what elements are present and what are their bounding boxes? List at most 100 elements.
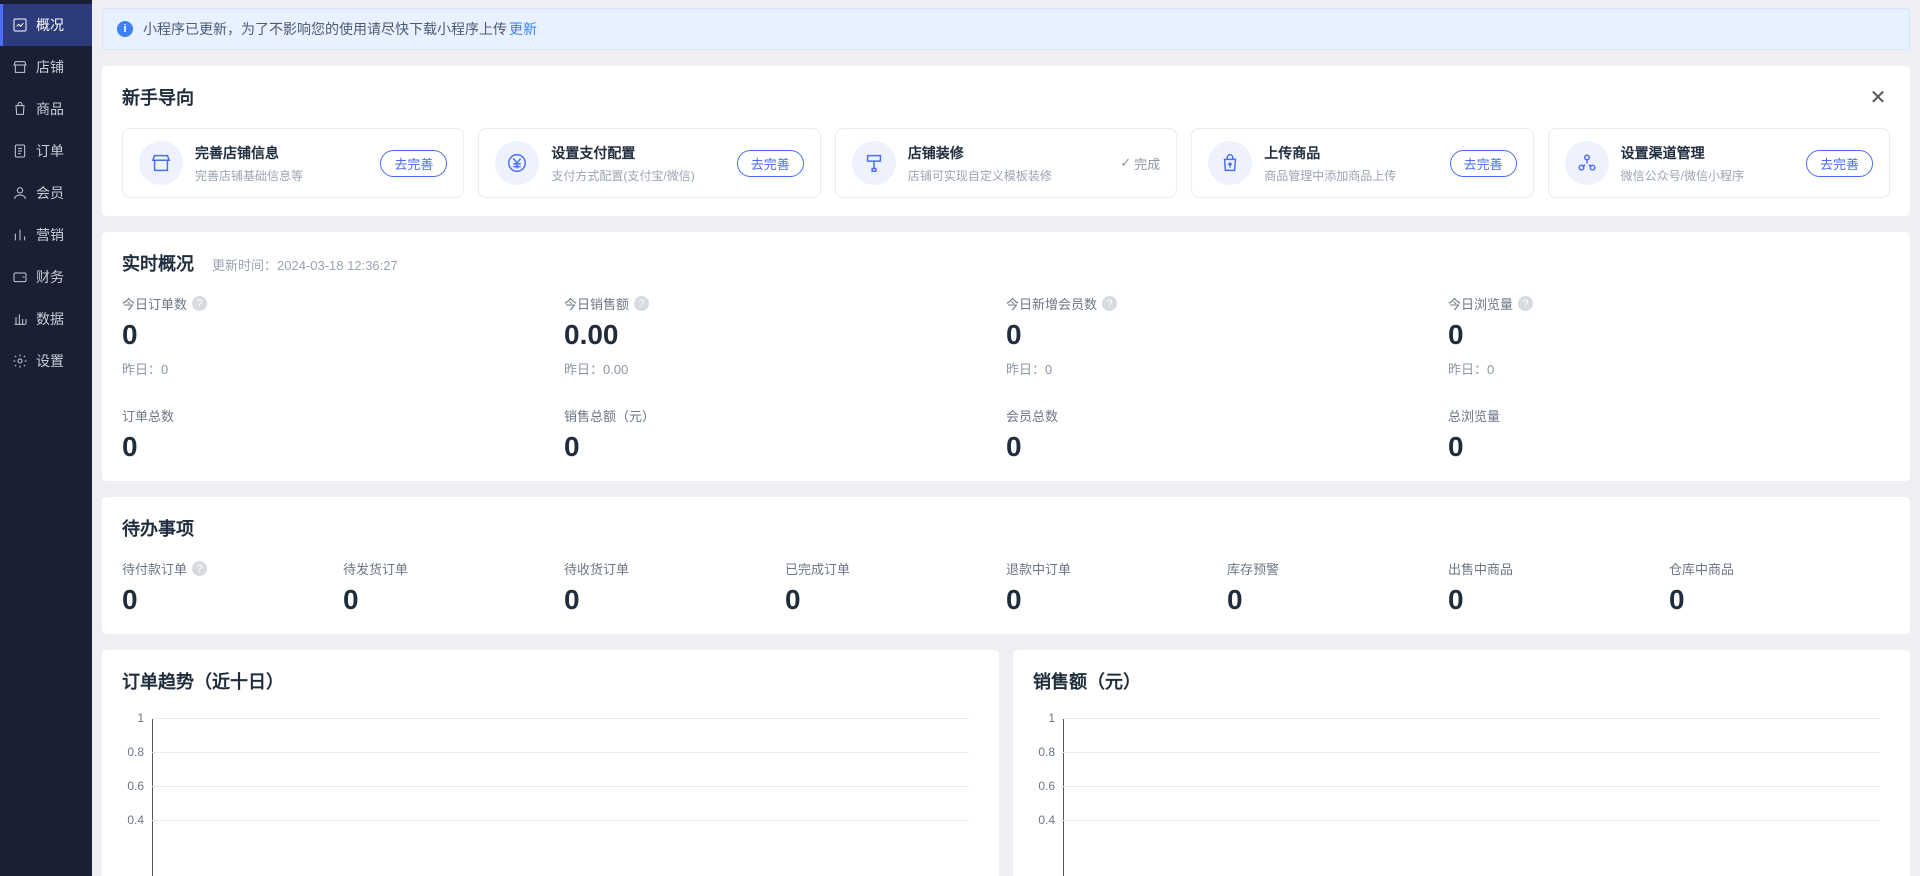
sidebar-item-settings[interactable]: 设置: [0, 340, 92, 382]
metric-label: 待收货订单: [564, 559, 785, 578]
guide-card-sub: 支付方式配置(支付宝/微信): [551, 167, 724, 184]
metric-value: 0: [1006, 431, 1448, 463]
update-alert: i 小程序已更新，为了不影响您的使用请尽快下载小程序上传 更新: [102, 8, 1910, 50]
metric-value: 0: [122, 319, 564, 351]
guide-card-channel: 设置渠道管理微信公众号/微信小程序 去完善: [1548, 128, 1890, 198]
metric-label: 今日浏览量?: [1448, 294, 1890, 313]
metric: 会员总数0: [1006, 406, 1448, 463]
sidebar-item-shop[interactable]: 店铺: [0, 46, 92, 88]
charts-row: 订单趋势（近十日） 0.40.60.81 销售额（元） 0.40.60.81: [102, 650, 1910, 876]
axis-tick: 0.4: [127, 813, 152, 827]
axis-tick: 0.6: [1038, 779, 1063, 793]
metric-label: 总浏览量: [1448, 406, 1890, 425]
sidebar-item-label: 订单: [36, 141, 64, 161]
sidebar-item-finance[interactable]: 财务: [0, 256, 92, 298]
guide-card-title: 设置支付配置: [551, 143, 724, 163]
metric-label: 退款中订单: [1006, 559, 1227, 578]
shop-icon: [139, 141, 183, 185]
metric: 待发货订单 0: [343, 559, 564, 616]
help-icon[interactable]: ?: [192, 296, 207, 311]
metric-value: 0: [564, 584, 785, 616]
guide-card-title: 店铺装修: [908, 143, 1108, 163]
metric-value: 0.00: [564, 319, 1006, 351]
wallet-icon: [12, 269, 28, 285]
metric-value: 0: [343, 584, 564, 616]
guide-card-upload: 上传商品商品管理中添加商品上传 去完善: [1191, 128, 1533, 198]
metric-label: 库存预警: [1227, 559, 1448, 578]
metric-value: 0: [1006, 584, 1227, 616]
metric-value: 0: [1669, 584, 1890, 616]
metric: 今日销售额?0.00昨日：0.00: [564, 294, 1006, 378]
guide-card-sub: 微信公众号/微信小程序: [1621, 167, 1794, 184]
guide-card-title: 设置渠道管理: [1621, 143, 1794, 163]
data-icon: [12, 311, 28, 327]
guide-action-button[interactable]: 去完善: [380, 150, 447, 177]
metric-value: 0: [1448, 431, 1890, 463]
metric: 销售总额（元）0: [564, 406, 1006, 463]
sidebar-item-label: 商品: [36, 99, 64, 119]
guide-card-shop-info: 完善店铺信息完善店铺基础信息等 去完善: [122, 128, 464, 198]
metric-value: 0: [1448, 584, 1669, 616]
metric: 出售中商品 0: [1448, 559, 1669, 616]
metric-value: 0: [564, 431, 1006, 463]
channel-icon: [1565, 141, 1609, 185]
guide-card-payment: 设置支付配置支付方式配置(支付宝/微信) 去完善: [478, 128, 820, 198]
guide-done-badge: ✓完成: [1120, 154, 1160, 173]
metric: 库存预警 0: [1227, 559, 1448, 616]
realtime-time: 更新时间：2024-03-18 12:36:27: [212, 255, 398, 274]
sidebar-item-label: 财务: [36, 267, 64, 287]
metric-value: 0: [1227, 584, 1448, 616]
guide-title: 新手导向: [122, 84, 194, 110]
guide-action-button[interactable]: 去完善: [1450, 150, 1517, 177]
sidebar-item-label: 设置: [36, 351, 64, 371]
chart-orders: 订单趋势（近十日） 0.40.60.81: [102, 650, 999, 876]
metric-yesterday: 昨日：0: [1448, 359, 1890, 378]
axis-tick: 0.4: [1038, 813, 1063, 827]
metric: 今日新增会员数?0昨日：0: [1006, 294, 1448, 378]
main-content: i 小程序已更新，为了不影响您的使用请尽快下载小程序上传 更新 新手导向 ✕ 完…: [92, 0, 1920, 876]
help-icon[interactable]: ?: [1102, 296, 1117, 311]
realtime-panel: 实时概况 更新时间：2024-03-18 12:36:27 今日订单数?0昨日：…: [102, 232, 1910, 481]
axis-tick: 0.6: [127, 779, 152, 793]
help-icon[interactable]: ?: [1518, 296, 1533, 311]
guide-card-sub: 店铺可实现自定义模板装修: [908, 167, 1108, 184]
chart-canvas: 0.40.60.81: [152, 718, 979, 876]
metric-label: 今日新增会员数?: [1006, 294, 1448, 313]
bag-icon: [12, 101, 28, 117]
sidebar-item-goods[interactable]: 商品: [0, 88, 92, 130]
axis-tick: 1: [137, 711, 152, 725]
metric-label: 待发货订单: [343, 559, 564, 578]
guide-card-decoration: 店铺装修店铺可实现自定义模板装修 ✓完成: [835, 128, 1177, 198]
metric-label: 仓库中商品: [1669, 559, 1890, 578]
info-icon: i: [117, 21, 133, 37]
sidebar-item-member[interactable]: 会员: [0, 172, 92, 214]
user-icon: [12, 185, 28, 201]
yen-icon: [495, 141, 539, 185]
order-icon: [12, 143, 28, 159]
help-icon[interactable]: ?: [192, 561, 207, 576]
realtime-title: 实时概况: [122, 250, 194, 276]
metric-value: 0: [1448, 319, 1890, 351]
guide-panel: 新手导向 ✕ 完善店铺信息完善店铺基础信息等 去完善 设置支付配置支付方式配置(…: [102, 66, 1910, 216]
sidebar-item-order[interactable]: 订单: [0, 130, 92, 172]
sidebar-item-overview[interactable]: 概况: [0, 4, 92, 46]
alert-link[interactable]: 更新: [509, 19, 537, 39]
upload-bag-icon: [1208, 141, 1252, 185]
metric-yesterday: 昨日：0: [1006, 359, 1448, 378]
guide-card-sub: 完善店铺基础信息等: [195, 167, 368, 184]
sidebar-item-marketing[interactable]: 营销: [0, 214, 92, 256]
sidebar-item-data[interactable]: 数据: [0, 298, 92, 340]
chart-title: 销售额（元）: [1033, 668, 1890, 694]
guide-action-button[interactable]: 去完善: [737, 150, 804, 177]
sidebar-item-label: 概况: [36, 15, 64, 35]
metric: 待收货订单 0: [564, 559, 785, 616]
guide-action-button[interactable]: 去完善: [1806, 150, 1873, 177]
todo-title: 待办事项: [122, 515, 1890, 541]
metric-value: 0: [122, 431, 564, 463]
chart-title: 订单趋势（近十日）: [122, 668, 979, 694]
metric-label: 订单总数: [122, 406, 564, 425]
metric-label: 出售中商品: [1448, 559, 1669, 578]
help-icon[interactable]: ?: [634, 296, 649, 311]
close-icon[interactable]: ✕: [1866, 85, 1890, 109]
metric: 退款中订单 0: [1006, 559, 1227, 616]
